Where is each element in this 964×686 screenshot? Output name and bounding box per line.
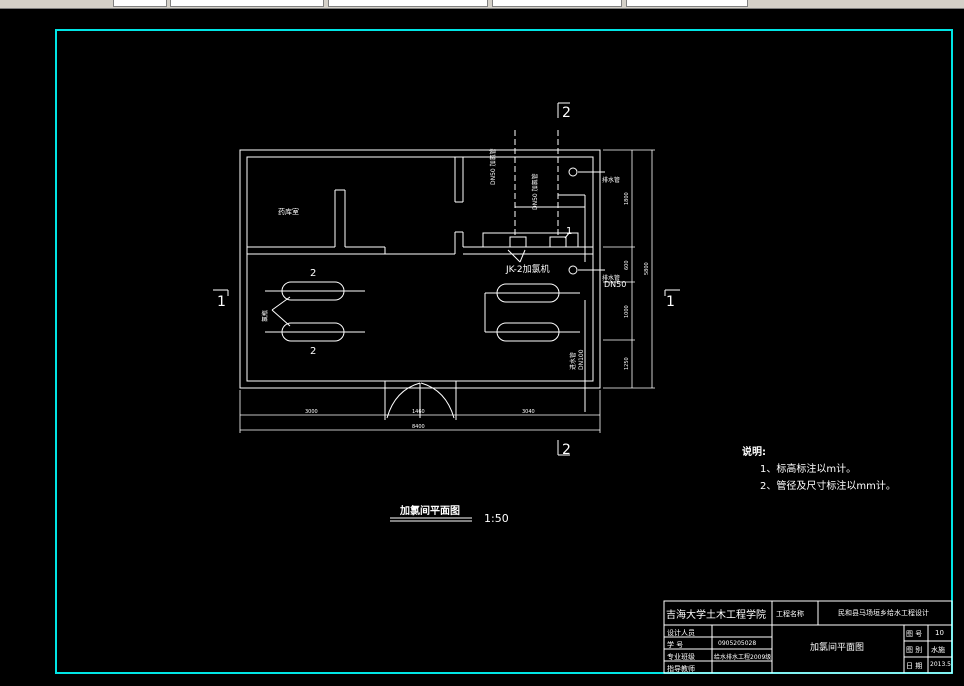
project-label: 工程名称	[776, 610, 804, 618]
fig-no-label: 图 号	[906, 630, 923, 638]
dim-right-2: 600	[624, 260, 630, 270]
dim-bottom-total: 8400	[412, 424, 425, 430]
dim-right-3: 1000	[624, 305, 630, 318]
chlorinator-number: 1	[566, 226, 573, 237]
class-name: 给水排水工程2009级	[714, 654, 772, 661]
cad-toolbar	[0, 0, 964, 9]
chlorinator-label: JK-2加氯机	[506, 265, 550, 275]
school-name: 吉海大学土木工程学院	[666, 610, 766, 621]
dn50-pipe-b-label: DN50 加氯管	[532, 173, 539, 210]
storage-room-label: 药库室	[278, 208, 299, 216]
fig-type-label: 图 别	[906, 646, 923, 654]
advisor-label: 指导教师	[667, 665, 695, 673]
drawing-name: 加氯间平面图	[810, 643, 865, 653]
student-id: 0905205028	[718, 640, 757, 647]
color-dropdown[interactable]	[328, 0, 488, 7]
dn50-pipe-a-label: DN50 加氯管	[490, 148, 497, 185]
drawing-scale: 1:50	[484, 512, 509, 525]
designer-label: 设计人员	[667, 629, 695, 637]
date-label: 日 期	[906, 662, 923, 670]
section-marker-right: 1	[666, 294, 675, 310]
student-id-label: 学 号	[667, 641, 684, 649]
toolbar-icons[interactable]	[113, 0, 167, 7]
drawing-canvas[interactable]	[0, 9, 964, 686]
layer-dropdown[interactable]	[170, 0, 324, 7]
drain-pipe-label-1: 排水管	[602, 177, 621, 184]
drawing-title: 加氯间平面图	[400, 506, 460, 517]
section-marker-left: 1	[217, 294, 226, 310]
cylinders-label: 氯瓶	[262, 309, 269, 322]
dim-right-1: 1800	[624, 192, 630, 205]
cylinder-group-number-bottom: 2	[310, 346, 317, 357]
dim-right-total: 5800	[644, 262, 650, 275]
section-marker-top: 2	[562, 105, 571, 121]
note-item-1: 1、标高标注以m计。	[760, 464, 857, 475]
dim-bottom-left: 3000	[305, 409, 318, 415]
drawing-frame	[55, 29, 953, 674]
linetype-dropdown[interactable]	[492, 0, 622, 7]
section-marker-bottom: 2	[562, 442, 571, 458]
class-label: 专业班级	[667, 653, 695, 661]
notes-block: 说明: 1、标高标注以m计。 2、管径及尺寸标注以mm计。	[742, 444, 896, 495]
dim-right-4: 1250	[624, 357, 630, 370]
cylinder-group-number-top: 2	[310, 268, 317, 279]
dim-bottom-right: 3040	[522, 409, 535, 415]
fig-no: 10	[935, 629, 944, 637]
fig-type: 水施	[931, 646, 945, 654]
project-name: 民和县马场垣乡给水工程设计	[838, 609, 929, 617]
dim-bottom-mid: 1460	[412, 409, 425, 415]
lineweight-dropdown[interactable]	[626, 0, 748, 7]
water-inlet-label: 进水管	[570, 351, 577, 370]
building-walls	[239, 149, 601, 420]
notes-title: 说明:	[742, 447, 766, 458]
chlorine-cylinders	[265, 281, 580, 342]
drain-pipe-label-2: 排水管	[602, 275, 621, 282]
note-item-2: 2、管径及尺寸标注以mm计。	[760, 481, 896, 492]
date: 2013.5	[930, 661, 951, 668]
dn100-label: DN100	[578, 349, 585, 370]
